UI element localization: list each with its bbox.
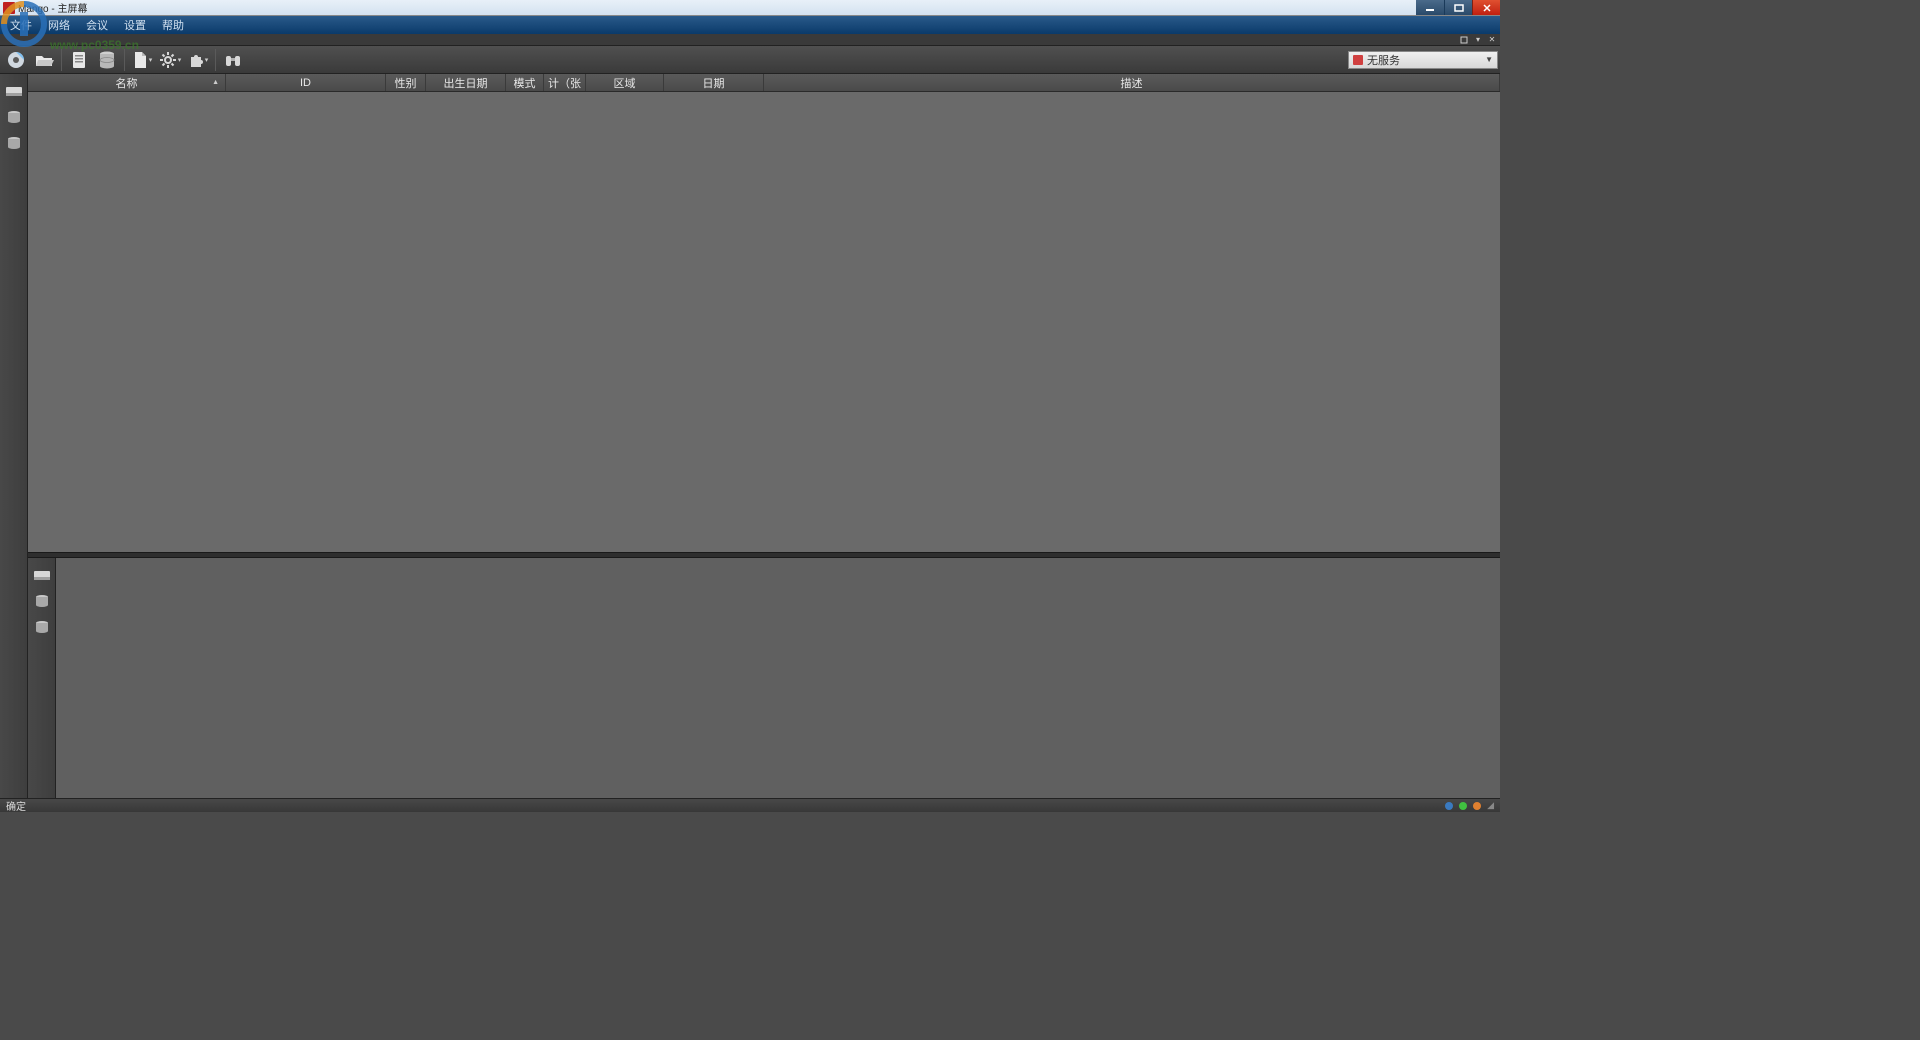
document-icon — [70, 50, 88, 70]
gear-icon — [159, 51, 177, 69]
bottom-source-db2[interactable] — [31, 617, 53, 637]
stack-icon — [6, 136, 22, 150]
bottom-source-db1[interactable] — [31, 591, 53, 611]
col-date[interactable]: 日期 — [664, 74, 764, 91]
bottom-source-local[interactable] — [31, 565, 53, 585]
puzzle-icon — [188, 52, 204, 68]
col-gender-label: 性别 — [395, 75, 417, 91]
stack-icon — [6, 110, 22, 124]
col-desc-label: 描述 — [1121, 75, 1143, 91]
settings-dropdown[interactable] — [157, 48, 183, 72]
toolbar-separator — [215, 49, 216, 71]
col-birth[interactable]: 出生日期 — [426, 74, 506, 91]
status-indicator-blue-icon — [1445, 802, 1453, 810]
studies-table-header: 名称 ▲ ID 性别 出生日期 模式 计（张 区域 日期 描述 — [28, 74, 1500, 92]
bottom-sidebar — [28, 558, 56, 798]
open-folder-button[interactable] — [31, 48, 57, 72]
col-count[interactable]: 计（张 — [544, 74, 586, 91]
stack-icon — [34, 594, 50, 608]
bottom-panel — [28, 558, 1500, 798]
left-sidebar — [0, 74, 28, 798]
folder-open-icon — [34, 50, 54, 70]
col-name[interactable]: 名称 ▲ — [28, 74, 226, 91]
menu-file[interactable]: 文件 — [2, 17, 40, 33]
panel-substrip: ▾ ✕ — [0, 34, 1500, 46]
sort-indicator-icon: ▲ — [212, 79, 219, 86]
status-indicator-green-icon — [1459, 802, 1467, 810]
drive-icon — [5, 84, 23, 98]
restore-icon — [1460, 36, 1468, 44]
toolbar-separator — [61, 49, 62, 71]
side-source-local[interactable] — [3, 81, 25, 101]
col-region[interactable]: 区域 — [586, 74, 664, 91]
window-title: Mango - 主屏幕 — [18, 0, 87, 15]
binoculars-icon — [224, 50, 242, 70]
studies-table-body[interactable] — [28, 92, 1500, 552]
col-id-label: ID — [300, 77, 311, 89]
col-desc[interactable]: 描述 — [764, 74, 1500, 91]
minimize-button[interactable] — [1416, 0, 1444, 15]
content-split: 名称 ▲ ID 性别 出生日期 模式 计（张 区域 日期 描述 — [28, 74, 1500, 798]
menu-network[interactable]: 网络 — [40, 17, 78, 33]
window-titlebar: Mango - 主屏幕 — [0, 0, 1500, 16]
status-text: 确定 — [6, 798, 26, 813]
col-id[interactable]: ID — [226, 74, 386, 91]
plugin-dropdown[interactable] — [185, 48, 211, 72]
col-name-label: 名称 — [116, 75, 138, 91]
database-icon — [98, 50, 116, 70]
col-count-label: 计（张 — [548, 75, 581, 91]
maximize-button[interactable] — [1444, 0, 1472, 15]
panel-close-button[interactable]: ✕ — [1486, 35, 1498, 45]
document-button[interactable] — [66, 48, 92, 72]
col-date-label: 日期 — [703, 75, 725, 91]
search-button[interactable] — [220, 48, 246, 72]
col-birth-label: 出生日期 — [444, 75, 488, 91]
toolbar-separator — [124, 49, 125, 71]
col-region-label: 区域 — [614, 75, 636, 91]
stack-icon — [34, 620, 50, 634]
col-mode[interactable]: 模式 — [506, 74, 544, 91]
service-combobox[interactable]: 无服务 — [1348, 51, 1498, 69]
window-controls — [1416, 0, 1500, 15]
series-preview-area[interactable] — [56, 558, 1500, 798]
database-button[interactable] — [94, 48, 120, 72]
col-mode-label: 模式 — [514, 75, 536, 91]
service-status-icon — [1353, 55, 1363, 65]
toolbar: 无服务 — [0, 46, 1500, 74]
side-source-db2[interactable] — [3, 133, 25, 153]
disc-button[interactable] — [3, 48, 29, 72]
new-page-dropdown[interactable] — [129, 48, 155, 72]
menu-help[interactable]: 帮助 — [154, 17, 192, 33]
menu-meeting[interactable]: 会议 — [78, 17, 116, 33]
minimize-icon — [1425, 4, 1435, 12]
disc-icon — [6, 50, 26, 70]
statusbar: 确定 ◢ — [0, 798, 1500, 812]
col-gender[interactable]: 性别 — [386, 74, 426, 91]
workspace: 名称 ▲ ID 性别 出生日期 模式 计（张 区域 日期 描述 — [0, 74, 1500, 798]
app-icon — [3, 2, 15, 14]
menu-settings[interactable]: 设置 — [116, 17, 154, 33]
resize-grip-icon[interactable]: ◢ — [1487, 800, 1494, 811]
service-label: 无服务 — [1367, 52, 1400, 68]
menubar: 文件 网络 会议 设置 帮助 — [0, 16, 1500, 34]
side-source-db1[interactable] — [3, 107, 25, 127]
close-icon — [1482, 4, 1492, 12]
close-button[interactable] — [1472, 0, 1500, 15]
panel-minimize-button[interactable]: ▾ — [1472, 35, 1484, 45]
page-icon — [132, 50, 148, 70]
status-indicator-orange-icon — [1473, 802, 1481, 810]
panel-restore-button[interactable] — [1458, 35, 1470, 45]
drive-icon — [33, 568, 51, 582]
maximize-icon — [1454, 4, 1464, 12]
